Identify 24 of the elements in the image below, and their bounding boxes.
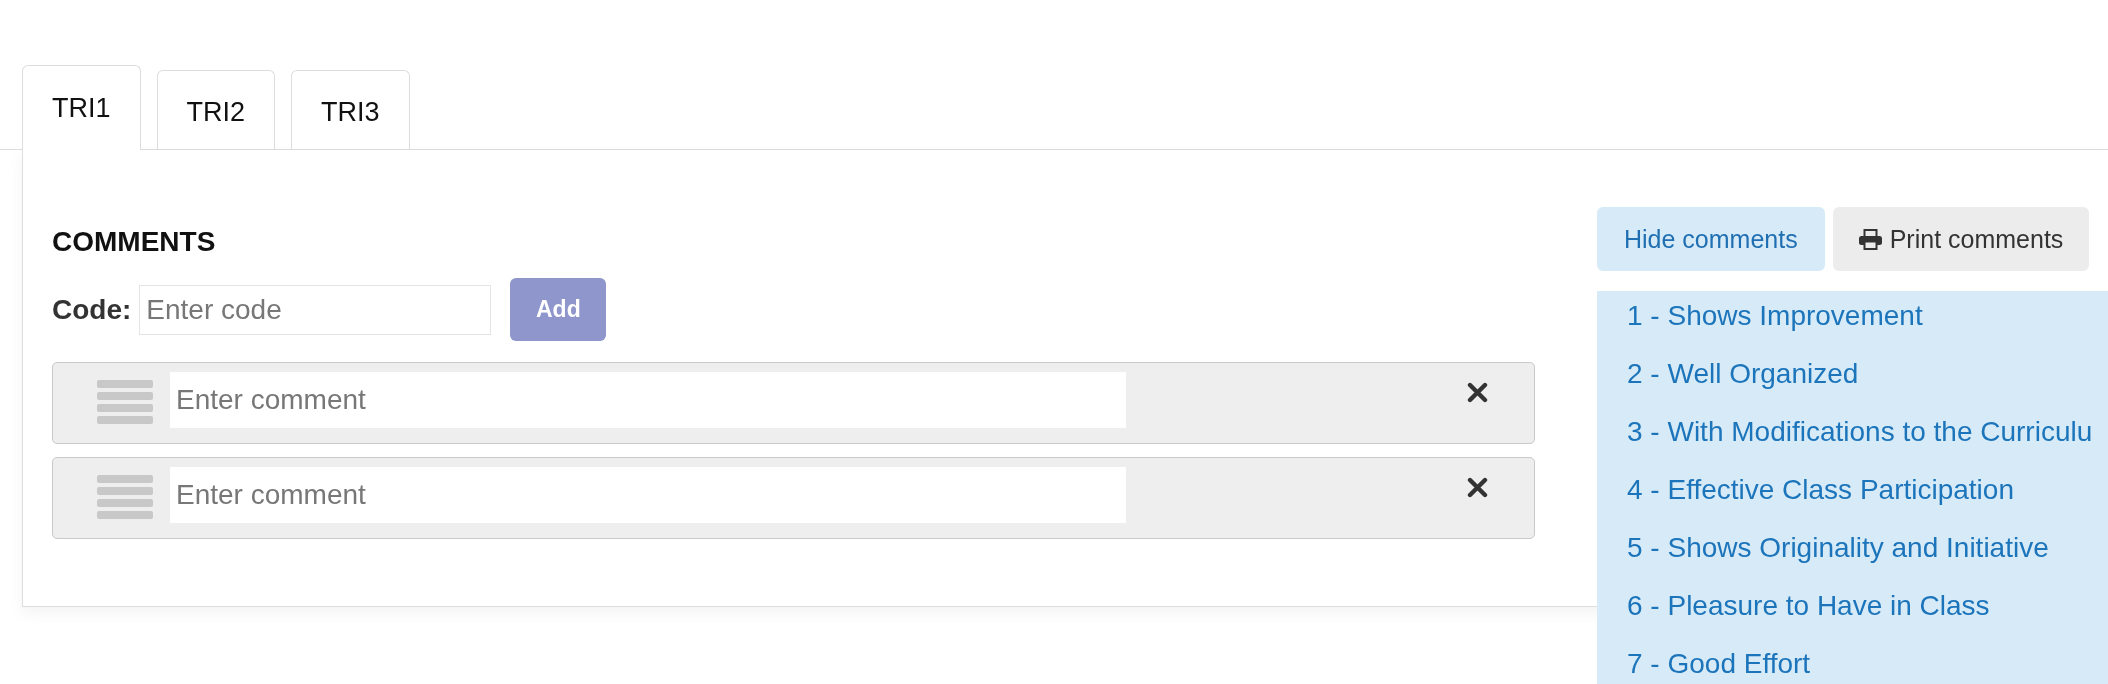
close-icon bbox=[1467, 477, 1488, 498]
print-button[interactable]: Print comments bbox=[1832, 207, 2090, 271]
printer-icon bbox=[1858, 228, 1882, 250]
comment-option[interactable]: 6 - Pleasure to Have in Class bbox=[1627, 590, 1990, 622]
drag-handle-icon[interactable] bbox=[97, 380, 153, 424]
comment-option[interactable]: 3 - With Modifications to the Curriculu bbox=[1627, 416, 2093, 448]
comment-option[interactable]: 7 - Good Effort bbox=[1627, 648, 1811, 680]
comment-field[interactable]: Enter comment bbox=[170, 467, 1126, 523]
comment-option[interactable]: 4 - Effective Class Participation bbox=[1627, 474, 2014, 506]
tab[interactable]: TRI2 bbox=[156, 70, 276, 149]
tab[interactable]: TRI3 bbox=[291, 70, 410, 149]
tab[interactable]: TRI1 bbox=[22, 65, 141, 150]
section-heading: COMMENTS bbox=[52, 225, 216, 259]
comment-option[interactable]: 2 - Well Organized bbox=[1627, 358, 1859, 390]
remove-button[interactable] bbox=[1467, 477, 1488, 498]
remove-button[interactable] bbox=[1467, 382, 1488, 403]
drag-handle-icon[interactable] bbox=[97, 475, 153, 519]
close-icon bbox=[1467, 382, 1488, 403]
code-field[interactable]: Enter code bbox=[139, 284, 492, 335]
field-label: Code: bbox=[52, 292, 132, 327]
toggle-button[interactable]: Hide comments bbox=[1597, 207, 1825, 271]
comment-field[interactable]: Enter comment bbox=[170, 372, 1126, 428]
comment-option[interactable]: 1 - Shows Improvement bbox=[1627, 300, 1923, 332]
comment-option[interactable]: 5 - Shows Originality and Initiative bbox=[1627, 532, 2049, 564]
